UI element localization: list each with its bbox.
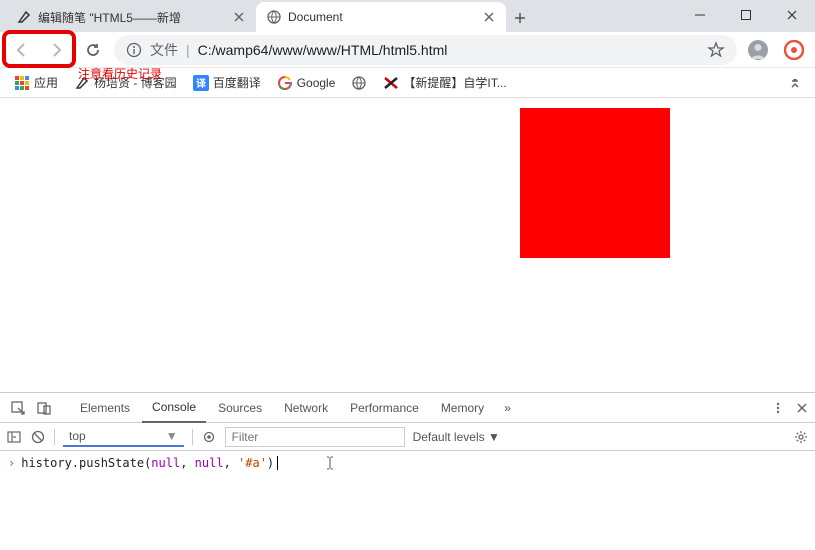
bookmark-label: Google bbox=[297, 76, 336, 90]
back-button[interactable] bbox=[6, 35, 36, 65]
url-path: C:/wamp64/www/www/HTML/html5.html bbox=[198, 42, 448, 58]
url-sep: | bbox=[186, 42, 190, 58]
annotation-text: 注意看历史记录 bbox=[78, 65, 162, 82]
cnblogs-favicon bbox=[16, 9, 32, 25]
address-bar[interactable]: 文件 | C:/wamp64/www/www/HTML/html5.html bbox=[114, 35, 737, 65]
info-icon bbox=[126, 42, 142, 58]
url-scheme: 文件 bbox=[150, 40, 178, 60]
bookmarks-overflow[interactable] bbox=[783, 68, 807, 98]
titlebar: 编辑随笔 "HTML5——新增 Document bbox=[0, 0, 815, 32]
live-expression-icon[interactable] bbox=[201, 429, 217, 445]
reload-button[interactable] bbox=[78, 35, 108, 65]
devtools-menu-icon[interactable] bbox=[771, 401, 785, 415]
tab-edit-post[interactable]: 编辑随笔 "HTML5——新增 bbox=[6, 2, 256, 32]
bookmark-baidu-translate[interactable]: 译 百度翻译 bbox=[187, 74, 267, 91]
tab-network[interactable]: Network bbox=[274, 393, 338, 423]
devtools-tabbar: Elements Console Sources Network Perform… bbox=[0, 393, 815, 423]
baidu-translate-icon: 译 bbox=[193, 75, 209, 91]
google-icon bbox=[277, 75, 293, 91]
console-sidebar-icon[interactable] bbox=[6, 429, 22, 445]
tab-sources[interactable]: Sources bbox=[208, 393, 272, 423]
globe-icon bbox=[351, 75, 367, 91]
chevron-right-icon: › bbox=[8, 456, 15, 470]
x-icon bbox=[383, 75, 399, 91]
close-icon[interactable] bbox=[232, 10, 246, 24]
devtools-close-icon[interactable] bbox=[795, 401, 809, 415]
context-selector[interactable]: top ▼ bbox=[63, 427, 184, 447]
bookmark-globe[interactable] bbox=[345, 75, 373, 91]
close-button[interactable] bbox=[769, 0, 815, 30]
tab-memory[interactable]: Memory bbox=[431, 393, 494, 423]
extension-icon[interactable] bbox=[779, 35, 809, 65]
console-settings-icon[interactable] bbox=[793, 429, 809, 445]
bookmark-label: 应用 bbox=[34, 74, 58, 91]
log-levels-selector[interactable]: Default levels ▼ bbox=[413, 430, 500, 444]
window-controls bbox=[677, 0, 815, 30]
tab-console[interactable]: Console bbox=[142, 393, 206, 423]
bookmark-x[interactable]: 【新提醒】自学IT... bbox=[377, 74, 512, 91]
svg-text:译: 译 bbox=[196, 77, 207, 90]
forward-button[interactable] bbox=[42, 35, 72, 65]
minimize-button[interactable] bbox=[677, 0, 723, 30]
console-toolbar: top ▼ Default levels ▼ bbox=[0, 423, 815, 451]
device-toggle-icon[interactable] bbox=[32, 400, 56, 416]
close-icon[interactable] bbox=[482, 10, 496, 24]
inspect-icon[interactable] bbox=[6, 400, 30, 416]
console-input-line[interactable]: › history.pushState(null, null, '#a') bbox=[0, 451, 815, 475]
new-tab-button[interactable] bbox=[506, 4, 534, 32]
star-icon[interactable] bbox=[707, 41, 725, 59]
clear-console-icon[interactable] bbox=[30, 429, 46, 445]
bookmark-google[interactable]: Google bbox=[271, 75, 342, 91]
apps-icon bbox=[14, 75, 30, 91]
tab-performance[interactable]: Performance bbox=[340, 393, 429, 423]
tab-title: Document bbox=[288, 10, 476, 24]
tab-title: 编辑随笔 "HTML5——新增 bbox=[38, 9, 226, 26]
console-code: history.pushState(null, null, '#a') bbox=[21, 456, 278, 471]
filter-input[interactable] bbox=[225, 427, 405, 447]
bookmark-label: 【新提醒】自学IT... bbox=[403, 74, 506, 91]
bookmark-label: 百度翻译 bbox=[213, 74, 261, 91]
toolbar: 文件 | C:/wamp64/www/www/HTML/html5.html 注… bbox=[0, 32, 815, 68]
devtools-panel: Elements Console Sources Network Perform… bbox=[0, 392, 815, 475]
text-cursor-icon bbox=[324, 455, 336, 471]
maximize-button[interactable] bbox=[723, 0, 769, 30]
page-content bbox=[0, 98, 815, 392]
apps-shortcut[interactable]: 应用 bbox=[8, 74, 64, 91]
red-box-element bbox=[520, 108, 670, 258]
tab-elements[interactable]: Elements bbox=[70, 393, 140, 423]
globe-icon bbox=[266, 9, 282, 25]
profile-icon[interactable] bbox=[743, 35, 773, 65]
tab-document[interactable]: Document bbox=[256, 2, 506, 32]
more-tabs-icon[interactable]: » bbox=[496, 401, 519, 415]
